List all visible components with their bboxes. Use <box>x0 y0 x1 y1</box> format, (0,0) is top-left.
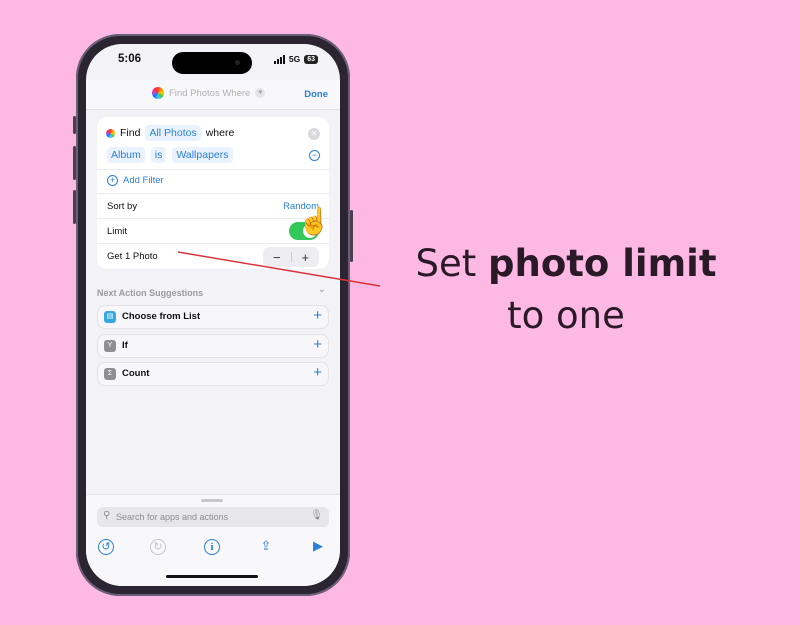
instruction-caption: Set photo limit to one <box>396 238 736 342</box>
pointer-line-segment <box>177 251 381 287</box>
caption-bold: photo limit <box>488 242 717 285</box>
caption-pre: Set <box>415 242 488 285</box>
caption-post: to one <box>507 294 625 337</box>
